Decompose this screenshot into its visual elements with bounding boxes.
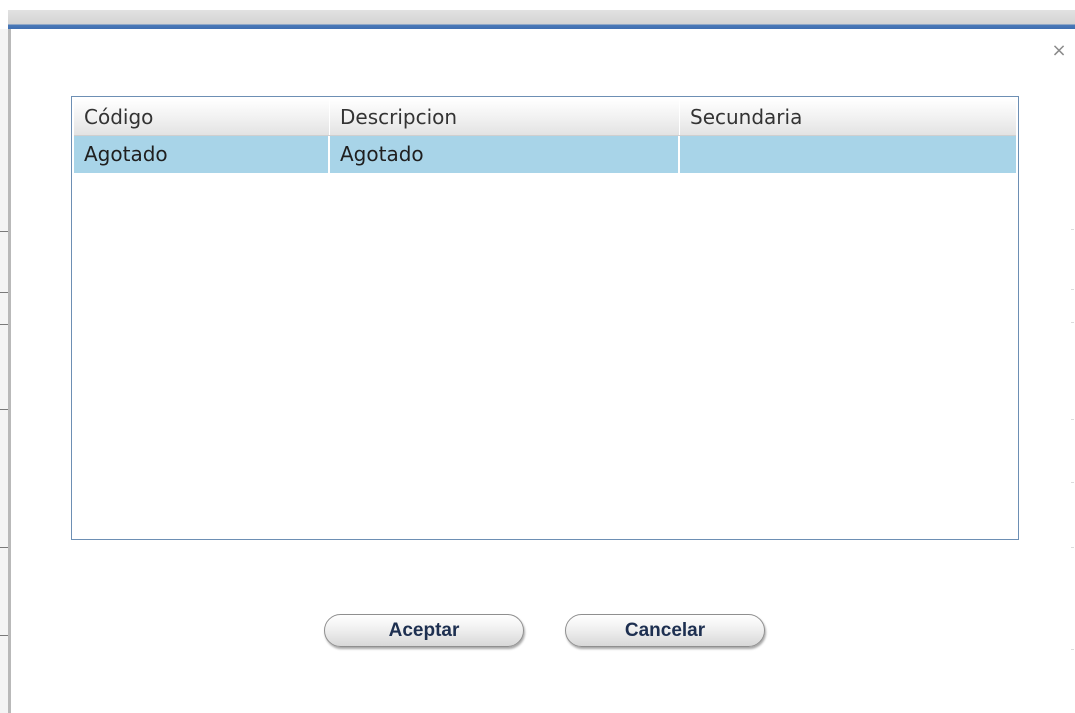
column-header-codigo[interactable]: Código	[74, 99, 330, 135]
background-tick	[0, 409, 8, 410]
background-tick	[0, 324, 8, 325]
background-tick	[0, 547, 8, 548]
background-tick	[0, 635, 8, 636]
cell-descripcion: Agotado	[330, 136, 680, 173]
close-icon[interactable]: ×	[1051, 42, 1067, 60]
background-tick	[0, 231, 8, 232]
background-strip	[0, 0, 1075, 10]
dialog-title-bar	[8, 10, 1075, 29]
grid-header: Código Descripcion Secundaria	[74, 99, 1016, 136]
cancel-button[interactable]: Cancelar	[565, 614, 765, 647]
accept-button[interactable]: Aceptar	[324, 614, 524, 647]
data-grid: Código Descripcion Secundaria Agotado Ag…	[71, 96, 1019, 540]
table-row[interactable]: Agotado Agotado	[74, 136, 1016, 173]
background-tick	[0, 292, 8, 293]
column-header-secundaria[interactable]: Secundaria	[680, 99, 1016, 135]
cell-codigo: Agotado	[74, 136, 330, 173]
selection-dialog: × Código Descripcion Secundaria Agotado …	[11, 29, 1075, 713]
column-header-descripcion[interactable]: Descripcion	[330, 99, 680, 135]
background-window-edge	[0, 29, 8, 713]
background-marks	[1071, 229, 1075, 709]
cell-secundaria	[680, 136, 1016, 173]
